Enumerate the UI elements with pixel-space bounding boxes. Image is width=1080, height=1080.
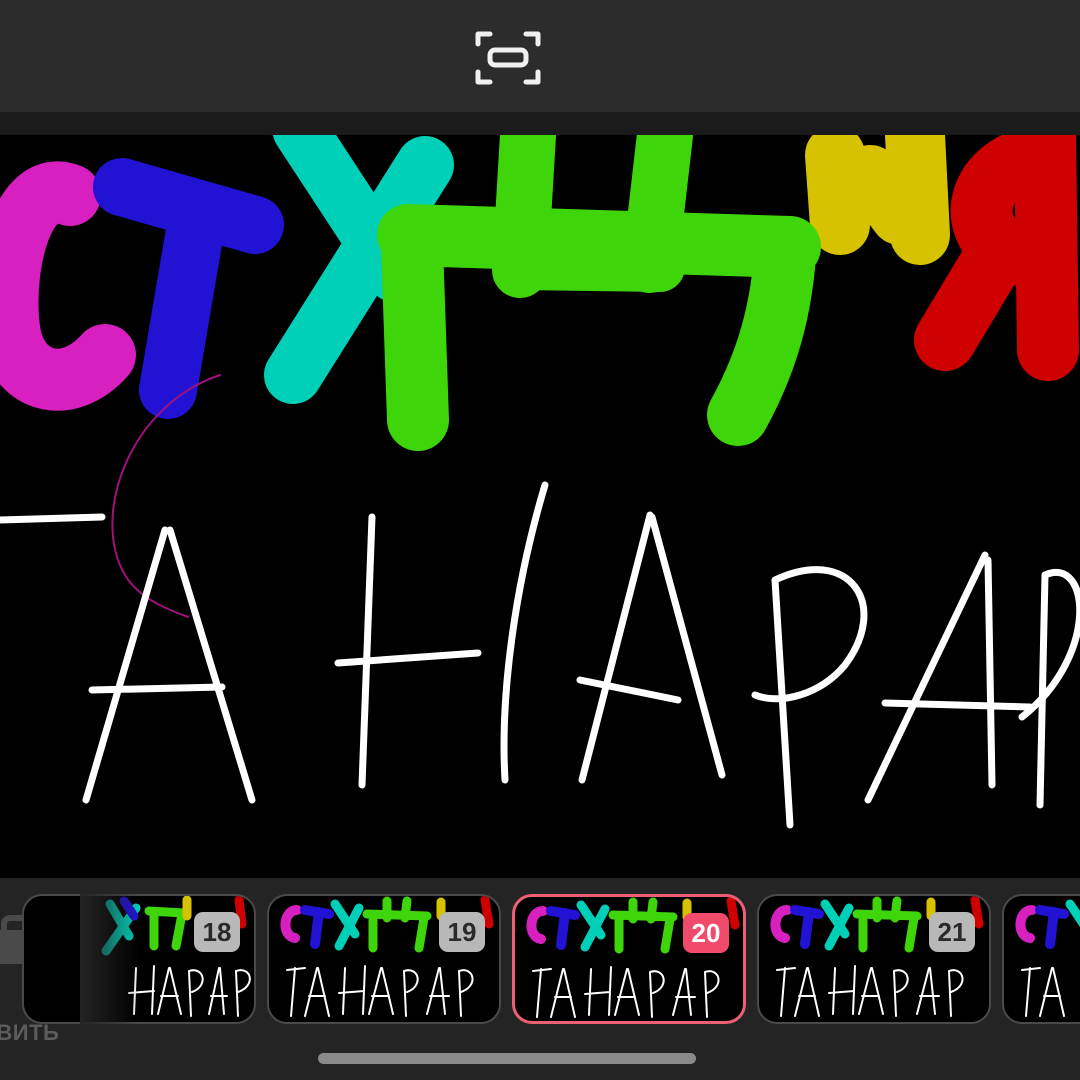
- canvas-drawing: [0, 135, 1080, 829]
- stroke-red-2: [1014, 135, 1079, 381]
- frame-number-badge: 21: [929, 912, 975, 952]
- home-indicator[interactable]: [318, 1053, 696, 1064]
- stroke-white-h-bar: [334, 649, 482, 667]
- top-toolbar: [0, 0, 1080, 112]
- frames-timeline: АВИТЬ 18: [0, 878, 1080, 1080]
- toolbar-separator: [0, 112, 1080, 135]
- frame-thumbnail-next[interactable]: [1002, 894, 1080, 1024]
- stroke-white-h-right: [500, 481, 549, 784]
- frame-thumbnail-21[interactable]: 21: [757, 894, 991, 1024]
- stroke-white-a2-right: [648, 513, 726, 779]
- stroke-blue-t-stem: [139, 184, 227, 419]
- stroke-red-3: [914, 234, 1021, 371]
- stroke-white-h-left: [358, 513, 376, 789]
- frame-preview: [1015, 899, 1080, 1017]
- fullscreen-toggle-icon: [475, 31, 541, 85]
- frame-number-badge: 20: [683, 913, 729, 953]
- stroke-green-leg-left: [381, 214, 449, 451]
- stroke-white-p2: [1018, 569, 1080, 809]
- stroke-white-a1-bar: [88, 683, 226, 694]
- stroke-white-a3-bar: [881, 699, 1034, 711]
- stroke-white-a1-right: [166, 526, 256, 804]
- stroke-white-p1: [751, 566, 868, 829]
- frame-thumbnail-20[interactable]: 20: [512, 894, 746, 1024]
- drawing-canvas[interactable]: [0, 135, 1080, 878]
- frame-thumbnail-18[interactable]: 18: [22, 894, 256, 1024]
- stroke-green-bar: [377, 204, 821, 278]
- fullscreen-button[interactable]: [472, 26, 544, 90]
- stroke-yellow-3: [885, 135, 950, 265]
- frame-thumbnail-19[interactable]: 19: [267, 894, 501, 1024]
- stroke-white-g-top: [0, 513, 106, 524]
- frame-number-badge: 18: [194, 912, 240, 952]
- stroke-green-leg-right: [707, 224, 816, 446]
- frame-number-badge: 19: [439, 912, 485, 952]
- stroke-white-a2-left: [578, 511, 654, 784]
- stroke-white-a3-right: [984, 556, 996, 789]
- stroke-magenta-c: [0, 161, 136, 411]
- stroke-yellow-1: [805, 135, 870, 255]
- stroke-white-a3-left: [864, 551, 989, 804]
- stroke-white-a2-bar: [576, 676, 682, 704]
- stroke-white-a1-left: [82, 526, 169, 804]
